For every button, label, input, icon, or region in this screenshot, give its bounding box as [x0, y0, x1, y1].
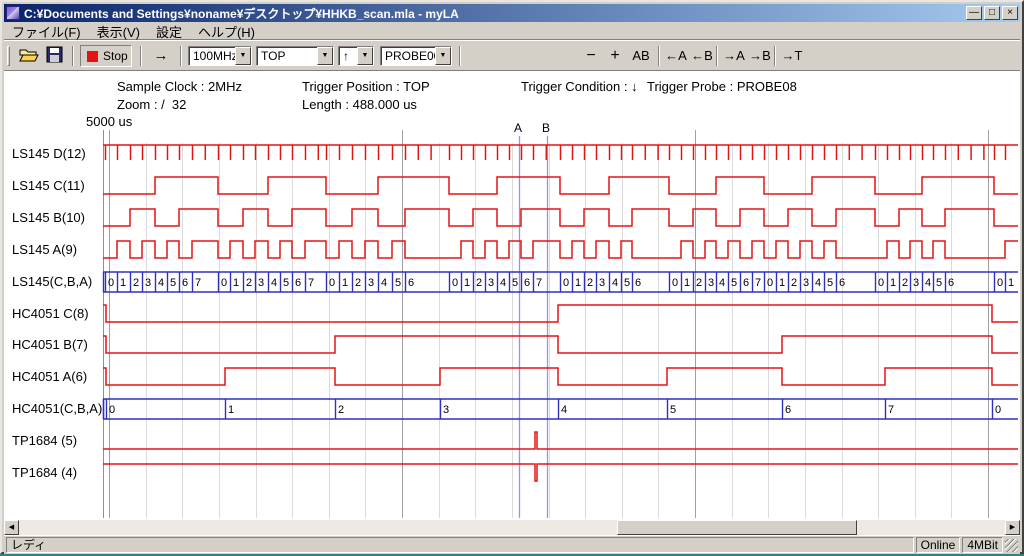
status-ready: レディ [6, 537, 914, 553]
svg-text:5: 5 [170, 277, 176, 289]
scrollbar-thumb[interactable] [617, 520, 857, 535]
horizontal-scrollbar[interactable]: ◀ ▶ [4, 520, 1020, 535]
svg-text:5: 5 [283, 277, 289, 289]
svg-text:2: 2 [696, 277, 702, 289]
svg-text:6: 6 [295, 277, 301, 289]
svg-text:1: 1 [342, 277, 348, 289]
svg-text:5: 5 [395, 277, 401, 289]
scroll-left-icon[interactable]: ◀ [4, 520, 19, 535]
svg-text:2: 2 [355, 277, 361, 289]
svg-text:0: 0 [995, 404, 1001, 416]
svg-text:0: 0 [672, 277, 678, 289]
svg-text:3: 3 [803, 277, 809, 289]
svg-text:1: 1 [1008, 277, 1014, 289]
svg-text:0: 0 [563, 277, 569, 289]
svg-text:1: 1 [575, 277, 581, 289]
svg-text:4: 4 [925, 277, 931, 289]
scroll-right-icon[interactable]: ▶ [1005, 520, 1020, 535]
svg-text:0: 0 [109, 404, 115, 416]
svg-text:1: 1 [464, 277, 470, 289]
status-memory-badge: 4MBit [962, 537, 1003, 553]
svg-text:0: 0 [878, 277, 884, 289]
waveform-plot[interactable]: 0123456701234567012345601234567012345601… [2, 2, 1024, 556]
svg-text:2: 2 [791, 277, 797, 289]
svg-text:3: 3 [368, 277, 374, 289]
svg-text:1: 1 [233, 277, 239, 289]
app-window: C:¥Documents and Settings¥noname¥デスクトップ¥… [0, 0, 1024, 554]
svg-text:3: 3 [708, 277, 714, 289]
svg-text:5: 5 [624, 277, 630, 289]
svg-text:5: 5 [731, 277, 737, 289]
svg-text:4: 4 [500, 277, 506, 289]
svg-text:0: 0 [329, 277, 335, 289]
svg-text:0: 0 [997, 277, 1003, 289]
svg-text:4: 4 [158, 277, 164, 289]
svg-text:3: 3 [913, 277, 919, 289]
svg-text:2: 2 [902, 277, 908, 289]
svg-text:1: 1 [890, 277, 896, 289]
svg-text:4: 4 [561, 404, 567, 416]
svg-text:6: 6 [524, 277, 530, 289]
svg-text:6: 6 [785, 404, 791, 416]
svg-text:6: 6 [182, 277, 188, 289]
svg-text:5: 5 [936, 277, 942, 289]
svg-text:7: 7 [195, 277, 201, 289]
svg-text:6: 6 [408, 277, 414, 289]
svg-text:2: 2 [476, 277, 482, 289]
svg-text:4: 4 [612, 277, 618, 289]
svg-text:0: 0 [221, 277, 227, 289]
svg-text:1: 1 [120, 277, 126, 289]
svg-text:0: 0 [108, 277, 114, 289]
svg-text:7: 7 [308, 277, 314, 289]
svg-text:7: 7 [888, 404, 894, 416]
svg-text:4: 4 [815, 277, 821, 289]
svg-text:7: 7 [536, 277, 542, 289]
svg-text:3: 3 [258, 277, 264, 289]
status-online-badge: Online [916, 537, 961, 553]
svg-text:3: 3 [599, 277, 605, 289]
svg-text:1: 1 [684, 277, 690, 289]
svg-text:3: 3 [443, 404, 449, 416]
svg-text:6: 6 [948, 277, 954, 289]
svg-text:1: 1 [779, 277, 785, 289]
svg-text:4: 4 [271, 277, 277, 289]
resize-grip-icon[interactable] [1005, 539, 1018, 552]
svg-text:2: 2 [133, 277, 139, 289]
svg-text:0: 0 [767, 277, 773, 289]
svg-text:3: 3 [145, 277, 151, 289]
svg-text:3: 3 [488, 277, 494, 289]
svg-text:6: 6 [635, 277, 641, 289]
svg-text:0: 0 [452, 277, 458, 289]
svg-text:4: 4 [719, 277, 725, 289]
status-bar: レディ Online 4MBit [4, 535, 1020, 554]
svg-text:5: 5 [670, 404, 676, 416]
svg-text:5: 5 [512, 277, 518, 289]
svg-text:4: 4 [381, 277, 387, 289]
svg-text:2: 2 [246, 277, 252, 289]
svg-text:1: 1 [228, 404, 234, 416]
svg-text:5: 5 [827, 277, 833, 289]
svg-text:6: 6 [839, 277, 845, 289]
svg-text:6: 6 [743, 277, 749, 289]
svg-text:2: 2 [338, 404, 344, 416]
svg-text:7: 7 [755, 277, 761, 289]
svg-text:2: 2 [587, 277, 593, 289]
